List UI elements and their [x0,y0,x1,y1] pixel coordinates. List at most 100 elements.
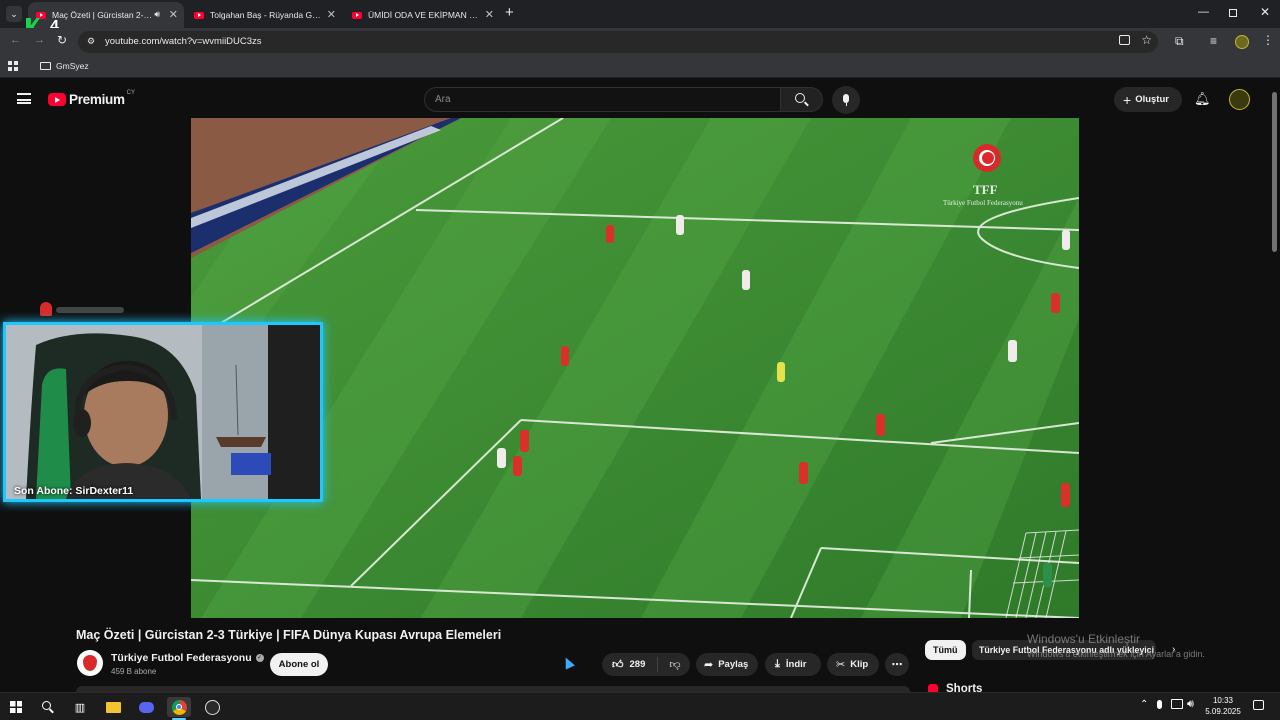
tff-logo-icon [83,655,97,671]
voice-search-button[interactable] [832,86,860,114]
reload-icon[interactable]: ↻ [57,33,67,47]
task-view-icon[interactable]: ▥ [70,697,90,717]
scissors-icon: ✂ [836,659,846,671]
profile-avatar[interactable] [1235,35,1249,49]
chip-all-label: Tümü [933,645,958,655]
close-tab-icon[interactable]: ✕ [485,8,494,21]
subscriber-count: 459 B abone [111,667,157,676]
create-button[interactable]: + Oluştur [1114,87,1182,112]
plus-icon: + [1123,91,1132,108]
download-button[interactable]: ⤓ İndir [765,653,821,676]
file-explorer-icon[interactable] [103,697,123,717]
streamer-tag-icon [40,302,52,316]
notifications-bell-icon[interactable]: 🔔︎ [1194,91,1211,107]
like-divider [657,657,658,672]
clip-label: Klip [850,659,869,670]
clock-time: 10:33 [1212,696,1234,705]
taskbar-search-icon[interactable] [38,697,58,717]
more-actions-button[interactable]: ⋯ [885,653,909,676]
channel-name[interactable]: Türkiye Futbol Federasyonu ✓ [111,652,264,664]
video-title: Maç Özeti | Gürcistan 2-3 Türkiye | FIFA… [76,628,502,642]
football-match-frame [191,118,1079,618]
hamburger-menu-icon[interactable] [17,93,31,104]
bookmark-folder[interactable]: GmSyez [40,61,89,71]
address-bar[interactable]: ⚙ youtube.com/watch?v=wvmiiDUC3zs ☆ [78,31,1158,53]
apps-grid-icon[interactable] [8,61,18,71]
folder-icon [40,62,51,70]
verified-check-icon: ✓ [255,654,264,662]
extensions-icon[interactable]: ⧉ [1175,34,1184,49]
thumbs-down-icon: 👎︎ [669,659,681,671]
video-player[interactable]: TFF Türkiye Futbol Federasyonu [191,118,1079,618]
youtube-premium-logo[interactable]: Premium CY [48,89,136,107]
microphone-tray-icon[interactable] [1157,700,1162,709]
close-tab-icon[interactable]: ✕ [327,8,336,21]
windows-start-icon[interactable] [6,697,26,717]
site-info-icon[interactable]: ⚙ [87,36,95,47]
tab-umidi-oda[interactable]: ÜMİDİ ODA VE EKİPMAN VLOG ✕ [344,2,500,28]
notification-center-icon[interactable] [1253,700,1264,710]
bookmark-star-icon[interactable]: ☆ [1141,33,1152,47]
youtube-play-icon [48,93,66,106]
system-clock[interactable]: 10:33 5.09.2025 [1203,696,1243,716]
new-tab-button[interactable]: + [505,4,514,21]
tab-title: Tolgahan Baş - Rüyanda Görsen [210,10,322,20]
create-label: Oluştur [1135,94,1169,105]
channel-name-text: Türkiye Futbol Federasyonu [111,652,252,664]
tab-tolgahan-bas[interactable]: Tolgahan Baş - Rüyanda Görsen ✕ [186,2,342,28]
like-button[interactable]: 👍︎ 289 [602,653,658,676]
download-label: İndir [785,659,807,670]
chrome-icon[interactable] [167,697,191,717]
restore-window-button[interactable] [1229,9,1237,17]
page-scrollbar[interactable] [1272,92,1277,252]
clock-date: 5.09.2025 [1205,707,1241,716]
search-icon-handle [804,101,809,107]
youtube-header: Premium CY Ara + Oluştur 🔔︎ [0,80,1280,118]
bookmarks-bar: GmSyez [0,56,1280,78]
media-controls-icon[interactable]: ≡ [1210,34,1217,48]
search-input[interactable]: Ara [424,87,781,112]
webcam-overlay: Son Abone: SirDexter11 [3,322,323,502]
dislike-button[interactable]: 👎︎ [660,653,690,676]
download-icon: ⤓ [775,658,780,670]
tab-search-button[interactable]: ⌄ [6,6,22,22]
network-icon[interactable] [1171,699,1183,709]
youtube-favicon-icon [194,11,204,19]
webcam-last-subscriber: Son Abone: SirDexter11 [14,485,134,497]
region-badge: CY [126,89,136,96]
streamer-tag-bar [56,307,124,313]
account-avatar[interactable] [1229,89,1250,110]
share-icon: ➦ [704,659,714,671]
premium-text: Premium [69,92,125,107]
tff-watermark-title: TFF [973,182,998,197]
tab-title: Maç Özeti | Gürcistan 2-3 Tü [52,10,152,20]
share-button[interactable]: ➦ Paylaş [696,653,758,676]
youtube-favicon-icon [352,11,362,19]
discord-icon[interactable] [136,697,156,717]
browser-toolbar: ← → ↻ ⚙ youtube.com/watch?v=wvmiiDUC3zs … [0,28,1280,56]
subscribe-button[interactable]: Abone ol [270,653,328,676]
channel-avatar[interactable] [77,650,103,676]
obs-icon[interactable] [202,697,222,717]
clip-button[interactable]: ✂ Klip [827,653,879,676]
tab-title: ÜMİDİ ODA VE EKİPMAN VLOG [368,10,480,20]
show-hidden-icons-chevron[interactable]: ⌃ [1140,699,1148,710]
search-button[interactable] [781,87,823,112]
windows-taskbar: ▥ ⌃ 🔊︎ 10:33 5.09.2025 [0,692,1280,720]
minimize-window-button[interactable]: — [1198,6,1209,18]
thumbs-up-icon: 👍︎ [612,659,624,671]
microphone-icon [843,94,849,103]
volume-icon[interactable]: 🔊︎ [1187,698,1194,711]
chip-all[interactable]: Tümü [925,640,966,660]
subscribe-label: Abone ol [278,659,320,670]
search-placeholder: Ara [435,94,451,105]
close-window-button[interactable]: ✕ [1260,5,1270,19]
close-tab-icon[interactable]: ✕ [169,8,178,21]
forward-icon[interactable]: → [34,34,45,46]
audio-playing-icon[interactable]: 🔊︎ [154,9,160,20]
install-app-icon[interactable] [1119,35,1130,45]
browser-menu-icon[interactable]: ⋮ [1262,33,1274,47]
browser-tab-strip: ⌄ Maç Özeti | Gürcistan 2-3 Tü 🔊︎ ✕ Tolg… [0,0,1280,28]
back-icon[interactable]: ← [10,34,21,46]
more-horizontal-icon: ⋯ [891,659,903,671]
